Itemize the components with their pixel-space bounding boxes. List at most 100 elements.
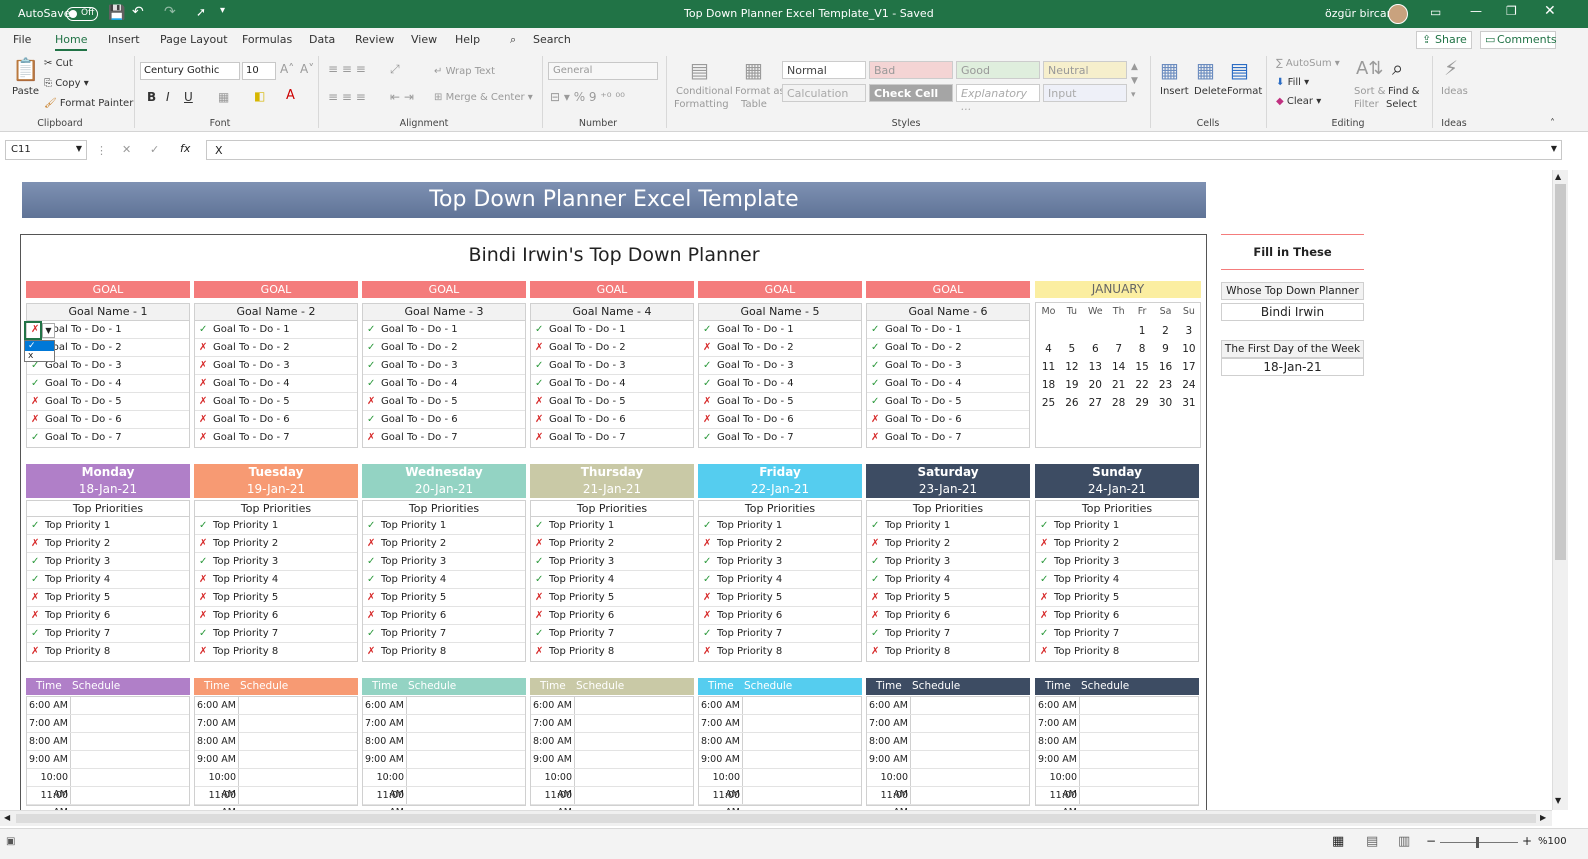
check-icon[interactable]: ✓ [367,625,381,642]
indent-icon[interactable]: ⇤ ⇥ [390,90,414,104]
todo-row[interactable]: ✗ Goal To - Do - 3 [195,357,357,375]
priority-row[interactable]: ✗ Top Priority 5 [1036,589,1198,607]
delete-cells-icon[interactable]: ▦ [1196,58,1215,82]
autosum-button[interactable]: ∑ AutoSum ▾ [1276,58,1340,69]
check-icon[interactable]: ✓ [31,571,45,588]
todo-row[interactable]: ✗Goal To - Do - 2 [531,339,693,357]
priority-row[interactable]: ✗ Top Priority 2 [27,535,189,553]
cross-icon[interactable]: ✗ [871,607,885,624]
style-normal[interactable]: Normal [782,61,866,79]
check-icon[interactable]: ✓ [367,375,381,392]
sort-filter-icon[interactable]: A⇅ [1356,58,1383,79]
tab-file[interactable]: File [13,33,31,46]
priority-row[interactable]: ✓ Top Priority 4 [531,571,693,589]
user-name[interactable]: özgür bircan [1325,7,1394,20]
collapse-ribbon-icon[interactable]: ˄ [1550,118,1555,129]
check-icon[interactable]: ✓ [199,321,213,338]
cross-icon[interactable]: ✗ [871,535,885,552]
priority-row[interactable]: ✗ Top Priority 8 [699,643,861,661]
goal-name[interactable]: Goal Name - 5 [698,303,862,321]
priority-row[interactable]: ✓ Top Priority 3 [1036,553,1198,571]
cross-icon[interactable]: ✗ [535,411,549,428]
priority-row[interactable]: ✗ Top Priority 8 [27,643,189,661]
schedule-row[interactable]: 11:00 AM [27,787,189,810]
wrap-text-button[interactable]: ↵ Wrap Text [434,66,495,77]
worksheet[interactable]: Top Down Planner Excel Template Bindi Ir… [0,170,1552,810]
schedule-row[interactable]: 7:00 AM [699,715,861,733]
cross-icon[interactable]: ✗ [703,535,717,552]
priority-row[interactable]: ✗ Top Priority 8 [363,643,525,661]
priority-row[interactable]: ✗ Top Priority 5 [195,589,357,607]
schedule-row[interactable]: 10:00 AM [699,769,861,800]
cross-icon[interactable]: ✗ [199,535,213,552]
schedule-row[interactable]: 6:00 AM [531,697,693,715]
minimize-icon[interactable]: — [1470,4,1482,18]
priority-row[interactable]: ✓ Top Priority 3 [531,553,693,571]
todo-row[interactable]: ✗ Goal To - Do - 7 [531,429,693,447]
todo-row[interactable]: ✗Goal To - Do - 2 [699,339,861,357]
fill-color-icon[interactable]: ◧ [254,89,265,103]
priority-row[interactable]: ✗ Top Priority 2 [1036,535,1198,553]
page-break-view-icon[interactable]: ▥ [1398,834,1410,849]
cross-icon[interactable]: ✗ [1040,589,1054,606]
priority-row[interactable]: ✓ Top Priority 3 [867,553,1029,571]
todo-row[interactable]: ✓ Goal To - Do - 6 [363,411,525,429]
zoom-slider-thumb[interactable] [1476,837,1479,848]
todo-row[interactable]: ✗ Goal To - Do - 6 [531,411,693,429]
maximize-icon[interactable]: ❐ [1506,4,1517,18]
cross-icon[interactable]: ✗ [871,643,885,660]
cross-icon[interactable]: ✗ [703,589,717,606]
copy-button[interactable]: ⎘ Copy ▾ [44,78,89,89]
style-neutral[interactable]: Neutral [1043,61,1127,79]
schedule-row[interactable]: 10:00 AM [531,769,693,800]
insert-cells-icon[interactable]: ▦ [1160,58,1179,82]
todo-row[interactable]: ✗ Goal To - Do - 5 [195,393,357,411]
priority-row[interactable]: ✓ Top Priority 3 [27,553,189,571]
cross-icon[interactable]: ✗ [871,589,885,606]
tab-data[interactable]: Data [309,33,335,46]
cross-icon[interactable]: ✗ [199,357,213,374]
cross-icon[interactable]: ✗ [367,643,381,660]
schedule-row[interactable]: 9:00 AM [27,751,189,769]
schedule-row[interactable]: 9:00 AM [867,751,1029,769]
schedule-row[interactable]: 9:00 AM [1036,751,1198,769]
cross-icon[interactable]: ✗ [535,429,549,446]
todo-row[interactable]: ✓ Goal To - Do - 4 [699,375,861,393]
paste-icon[interactable]: 📋 [12,58,39,83]
priority-row[interactable]: ✓ Top Priority 4 [699,571,861,589]
name-box[interactable]: C11 ▼ [5,140,87,160]
horizontal-scroll-thumb[interactable] [16,814,1536,823]
avatar[interactable] [1388,4,1408,24]
format-cells-icon[interactable]: ▤ [1230,58,1249,82]
check-icon[interactable]: ✓ [367,321,381,338]
cross-icon[interactable]: ✗ [199,607,213,624]
tab-home[interactable]: Home [55,33,88,51]
first-day-input[interactable]: 18-Jan-21 [1221,358,1364,376]
zoom-out-icon[interactable]: − [1426,834,1436,848]
style-bad[interactable]: Bad [869,61,953,79]
tab-formulas[interactable]: Formulas [242,33,292,46]
todo-row[interactable]: ✗ Goal To - Do - 7 [867,429,1029,447]
cut-button[interactable]: ✂ Cut [44,58,73,69]
check-icon[interactable]: ✓ [31,553,45,570]
priority-row[interactable]: ✓ Top Priority 4 [1036,571,1198,589]
todo-row[interactable]: ✓ Goal To - Do - 4 [531,375,693,393]
comments-button[interactable]: ▭ Comments [1480,31,1557,49]
todo-row[interactable]: ✗ Goal To - Do - 5 [531,393,693,411]
format-painter-button[interactable]: 🖌 Format Painter [44,98,133,109]
page-layout-view-icon[interactable]: ▤ [1366,834,1378,849]
schedule-row[interactable]: 8:00 AM [699,733,861,751]
check-icon[interactable]: ✓ [31,625,45,642]
increase-font-icon[interactable]: A˄ [280,62,294,76]
check-icon[interactable]: ✓ [703,625,717,642]
cross-icon[interactable]: ✗ [535,535,549,552]
schedule-row[interactable]: 11:00 AM [195,787,357,810]
font-color-icon[interactable]: A [286,88,295,103]
cross-icon[interactable]: ✗ [535,607,549,624]
schedule-row[interactable]: 8:00 AM [531,733,693,751]
todo-row[interactable]: ✗ Goal To - Do - 6 [195,411,357,429]
check-icon[interactable]: ✓ [367,339,381,356]
priority-row[interactable]: ✓ Top Priority 3 [195,553,357,571]
todo-row[interactable]: ✗ Goal To - Do - 7 [363,429,525,447]
cross-icon[interactable]: ✗ [703,393,717,410]
